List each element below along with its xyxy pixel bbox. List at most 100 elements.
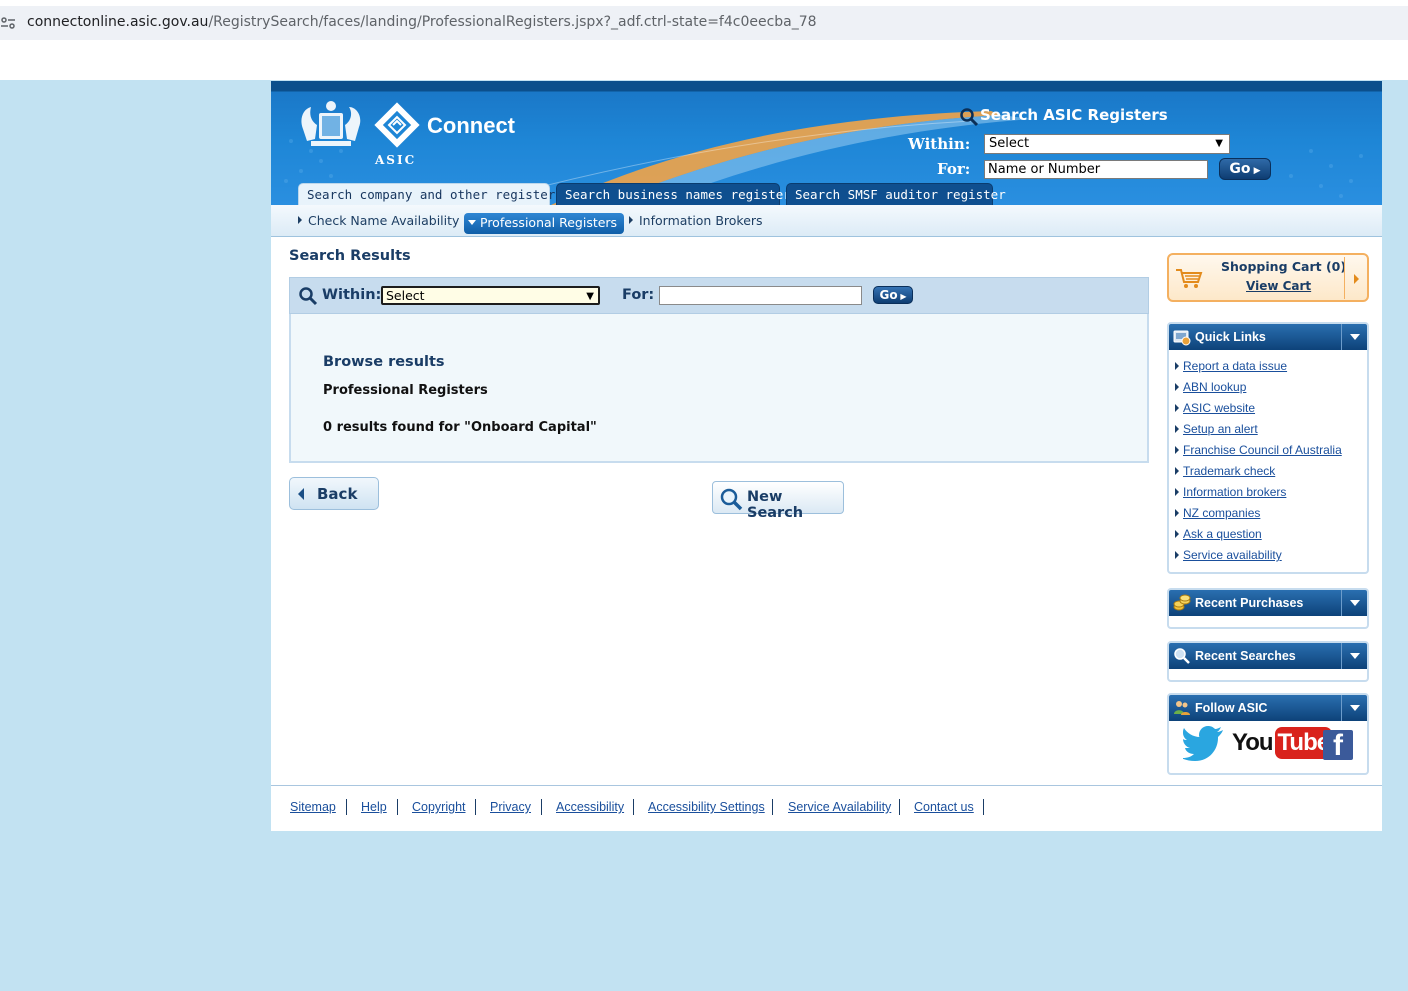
youtube-icon[interactable]: You Tube — [1232, 727, 1333, 761]
within-select[interactable]: Select ▼ — [381, 286, 600, 305]
new-search-button[interactable]: New Search — [712, 481, 844, 521]
coat-of-arms-icon — [301, 101, 361, 146]
triangle-right-icon — [1175, 509, 1179, 517]
tab-business-names[interactable]: Search business names register — [556, 183, 791, 205]
footer-link-accessibility-settings[interactable]: Accessibility Settings — [648, 800, 765, 814]
header-search-input[interactable]: Name or Number — [984, 160, 1208, 179]
triangle-down-icon — [468, 220, 476, 225]
collapse-toggle-icon[interactable] — [1341, 590, 1367, 616]
header-within-value: Select — [989, 136, 1030, 151]
recent-purchases-header[interactable]: Recent Purchases — [1169, 590, 1367, 616]
coins-icon — [1173, 594, 1191, 611]
url-field[interactable]: connectonline.asic.gov.au/RegistrySearch… — [0, 6, 1408, 40]
facebook-f: f — [1333, 730, 1343, 760]
quick-links-panel: Quick Links Report a data issue ABN look… — [1167, 322, 1369, 574]
arrow-right-icon[interactable] — [1354, 274, 1359, 284]
tab-company-registers[interactable]: Search company and other registers — [298, 183, 563, 205]
follow-asic-panel: Follow ASIC You Tube f — [1167, 693, 1369, 775]
shopping-cart-box[interactable]: Shopping Cart (0) View Cart — [1167, 253, 1369, 302]
follow-asic-title: Follow ASIC — [1195, 701, 1268, 715]
youtube-you: You — [1232, 729, 1274, 756]
subnav-professional-registers[interactable]: Professional Registers — [464, 213, 625, 234]
subnav-check-name[interactable]: Check Name Availability — [298, 213, 459, 228]
collapse-toggle-icon[interactable] — [1341, 324, 1367, 350]
quick-link-service-availability[interactable]: Service availability — [1175, 548, 1282, 562]
triangle-right-icon — [1175, 551, 1179, 559]
asic-logo-icon — [374, 102, 420, 148]
triangle-right-icon — [1175, 446, 1179, 454]
quick-link-label: Report a data issue — [1183, 359, 1288, 373]
recent-searches-header[interactable]: Recent Searches — [1169, 643, 1367, 669]
footer-link-service-availability[interactable]: Service Availability — [788, 800, 891, 814]
follow-asic-header[interactable]: Follow ASIC — [1169, 695, 1367, 721]
collapse-toggle-icon[interactable] — [1341, 695, 1367, 721]
footer-link-sitemap[interactable]: Sitemap — [290, 800, 336, 814]
subnav-information-brokers-label: Information Brokers — [639, 213, 763, 228]
footer-separator — [633, 799, 634, 815]
search-icon — [1174, 648, 1190, 664]
footer-separator — [899, 799, 900, 815]
header-banner: Connect ASIC Search ASIC Registers Withi… — [271, 81, 1382, 205]
go-button-label: Go — [879, 288, 898, 302]
quick-link-setup-alert[interactable]: Setup an alert — [1175, 422, 1258, 436]
triangle-right-icon — [1175, 530, 1179, 538]
header-go-label: Go — [1229, 161, 1251, 177]
site-info-icon[interactable] — [0, 15, 16, 31]
go-button[interactable]: Go ▶ — [873, 286, 913, 304]
footer-link-contact-us[interactable]: Contact us — [914, 800, 974, 814]
footer-link-privacy[interactable]: Privacy — [490, 800, 531, 814]
quick-link-label: Ask a question — [1183, 527, 1262, 541]
triangle-right-icon — [298, 216, 302, 224]
go-arrow-icon: ▶ — [897, 292, 907, 301]
footer-separator — [397, 799, 398, 815]
recent-searches-title: Recent Searches — [1195, 649, 1296, 663]
quick-link-label: NZ companies — [1183, 506, 1261, 520]
back-button[interactable]: Back — [289, 477, 379, 510]
view-cart-link[interactable]: View Cart — [1246, 279, 1311, 293]
footer-link-copyright[interactable]: Copyright — [412, 800, 466, 814]
for-search-input[interactable] — [659, 286, 862, 305]
results-search-bar: Within: Select ▼ For: Go ▶ — [289, 277, 1149, 314]
footer-link-help[interactable]: Help — [361, 800, 387, 814]
browse-results-heading: Browse results — [323, 354, 445, 370]
results-panel: Browse results Professional Registers 0 … — [289, 314, 1149, 463]
brand-subtitle: ASIC — [375, 153, 417, 167]
header-search-title: Search ASIC Registers — [980, 106, 1168, 124]
triangle-right-icon — [1175, 404, 1179, 412]
quick-link-nz-companies[interactable]: NZ companies — [1175, 506, 1260, 520]
quick-link-asic-website[interactable]: ASIC website — [1175, 401, 1255, 415]
triangle-right-icon — [1175, 467, 1179, 475]
triangle-right-icon — [1175, 362, 1179, 370]
triangle-right-icon — [1175, 488, 1179, 496]
footer-separator — [346, 799, 347, 815]
triangle-right-icon — [629, 216, 633, 224]
quick-link-franchise-council[interactable]: Franchise Council of Australia — [1175, 443, 1342, 457]
subnav-professional-label: Professional Registers — [480, 215, 618, 230]
facebook-icon[interactable]: f — [1323, 730, 1353, 760]
url-host: connectonline.asic.gov.au — [27, 14, 209, 30]
header-for-label: For: — [937, 160, 971, 178]
quick-link-label: Information brokers — [1183, 485, 1287, 499]
back-button-label: Back — [317, 485, 358, 503]
shopping-cart-icon — [1176, 269, 1203, 288]
quick-link-abn-lookup[interactable]: ABN lookup — [1175, 380, 1246, 394]
quick-link-ask-question[interactable]: Ask a question — [1175, 527, 1262, 541]
quick-link-label: ABN lookup — [1183, 380, 1247, 394]
url-text[interactable]: connectonline.asic.gov.au/RegistrySearch… — [27, 14, 817, 30]
go-arrow-icon: ▶ — [1250, 166, 1261, 176]
quick-link-trademark-check[interactable]: Trademark check — [1175, 464, 1275, 478]
sub-navigation: Check Name Availability Professional Reg… — [271, 205, 1382, 237]
collapse-toggle-icon[interactable] — [1341, 643, 1367, 669]
tab-smsf-auditor[interactable]: Search SMSF auditor register — [786, 183, 1006, 205]
twitter-icon[interactable] — [1183, 725, 1225, 761]
subnav-information-brokers[interactable]: Information Brokers — [629, 213, 763, 228]
search-icon — [299, 287, 318, 306]
header-within-select[interactable]: Select ▼ — [984, 134, 1230, 154]
footer-link-accessibility[interactable]: Accessibility — [556, 800, 624, 814]
links-icon — [1173, 330, 1191, 346]
quick-link-report-data-issue[interactable]: Report a data issue — [1175, 359, 1287, 373]
quick-link-information-brokers[interactable]: Information brokers — [1175, 485, 1286, 499]
within-label: Within: — [322, 287, 382, 303]
within-select-value: Select — [386, 288, 425, 303]
header-go-button[interactable]: Go ▶ — [1219, 158, 1271, 180]
